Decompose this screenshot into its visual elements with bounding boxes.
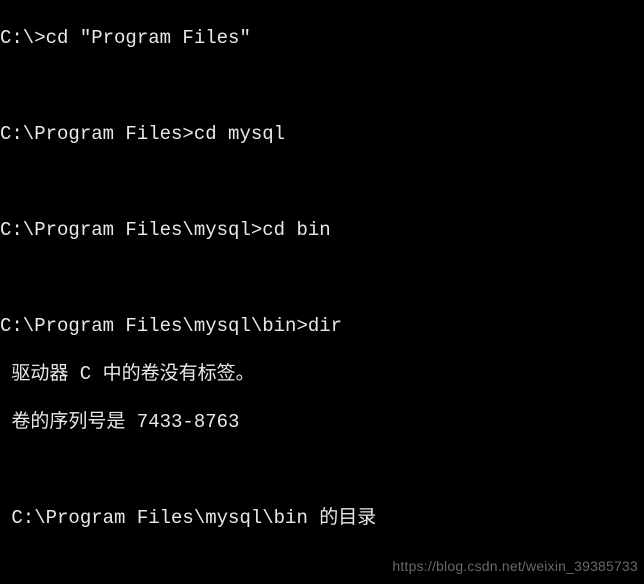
command-text: cd "Program Files" [46,27,251,49]
blank-line [0,170,644,194]
cmd-line: C:\Program Files\mysql\bin>dir [0,314,644,338]
cmd-line: C:\Program Files>cd mysql [0,122,644,146]
terminal-output[interactable]: C:\>cd "Program Files" C:\Program Files>… [0,0,644,584]
dir-serial-line: 卷的序列号是 7433-8763 [0,410,644,434]
prompt: C:\Program Files\mysql\bin> [0,315,308,337]
cmd-line: C:\Program Files\mysql>cd bin [0,218,644,242]
prompt: C:\Program Files> [0,123,194,145]
blank-line [0,458,644,482]
blank-line [0,74,644,98]
prompt: C:\> [0,27,46,49]
command-text: cd bin [262,219,330,241]
blank-line [0,266,644,290]
blank-line [0,554,644,578]
prompt: C:\Program Files\mysql> [0,219,262,241]
dir-volume-line: 驱动器 C 中的卷没有标签。 [0,362,644,386]
cmd-line: C:\>cd "Program Files" [0,26,644,50]
dir-path-line: C:\Program Files\mysql\bin 的目录 [0,506,644,530]
command-text: cd mysql [194,123,285,145]
command-text: dir [308,315,342,337]
